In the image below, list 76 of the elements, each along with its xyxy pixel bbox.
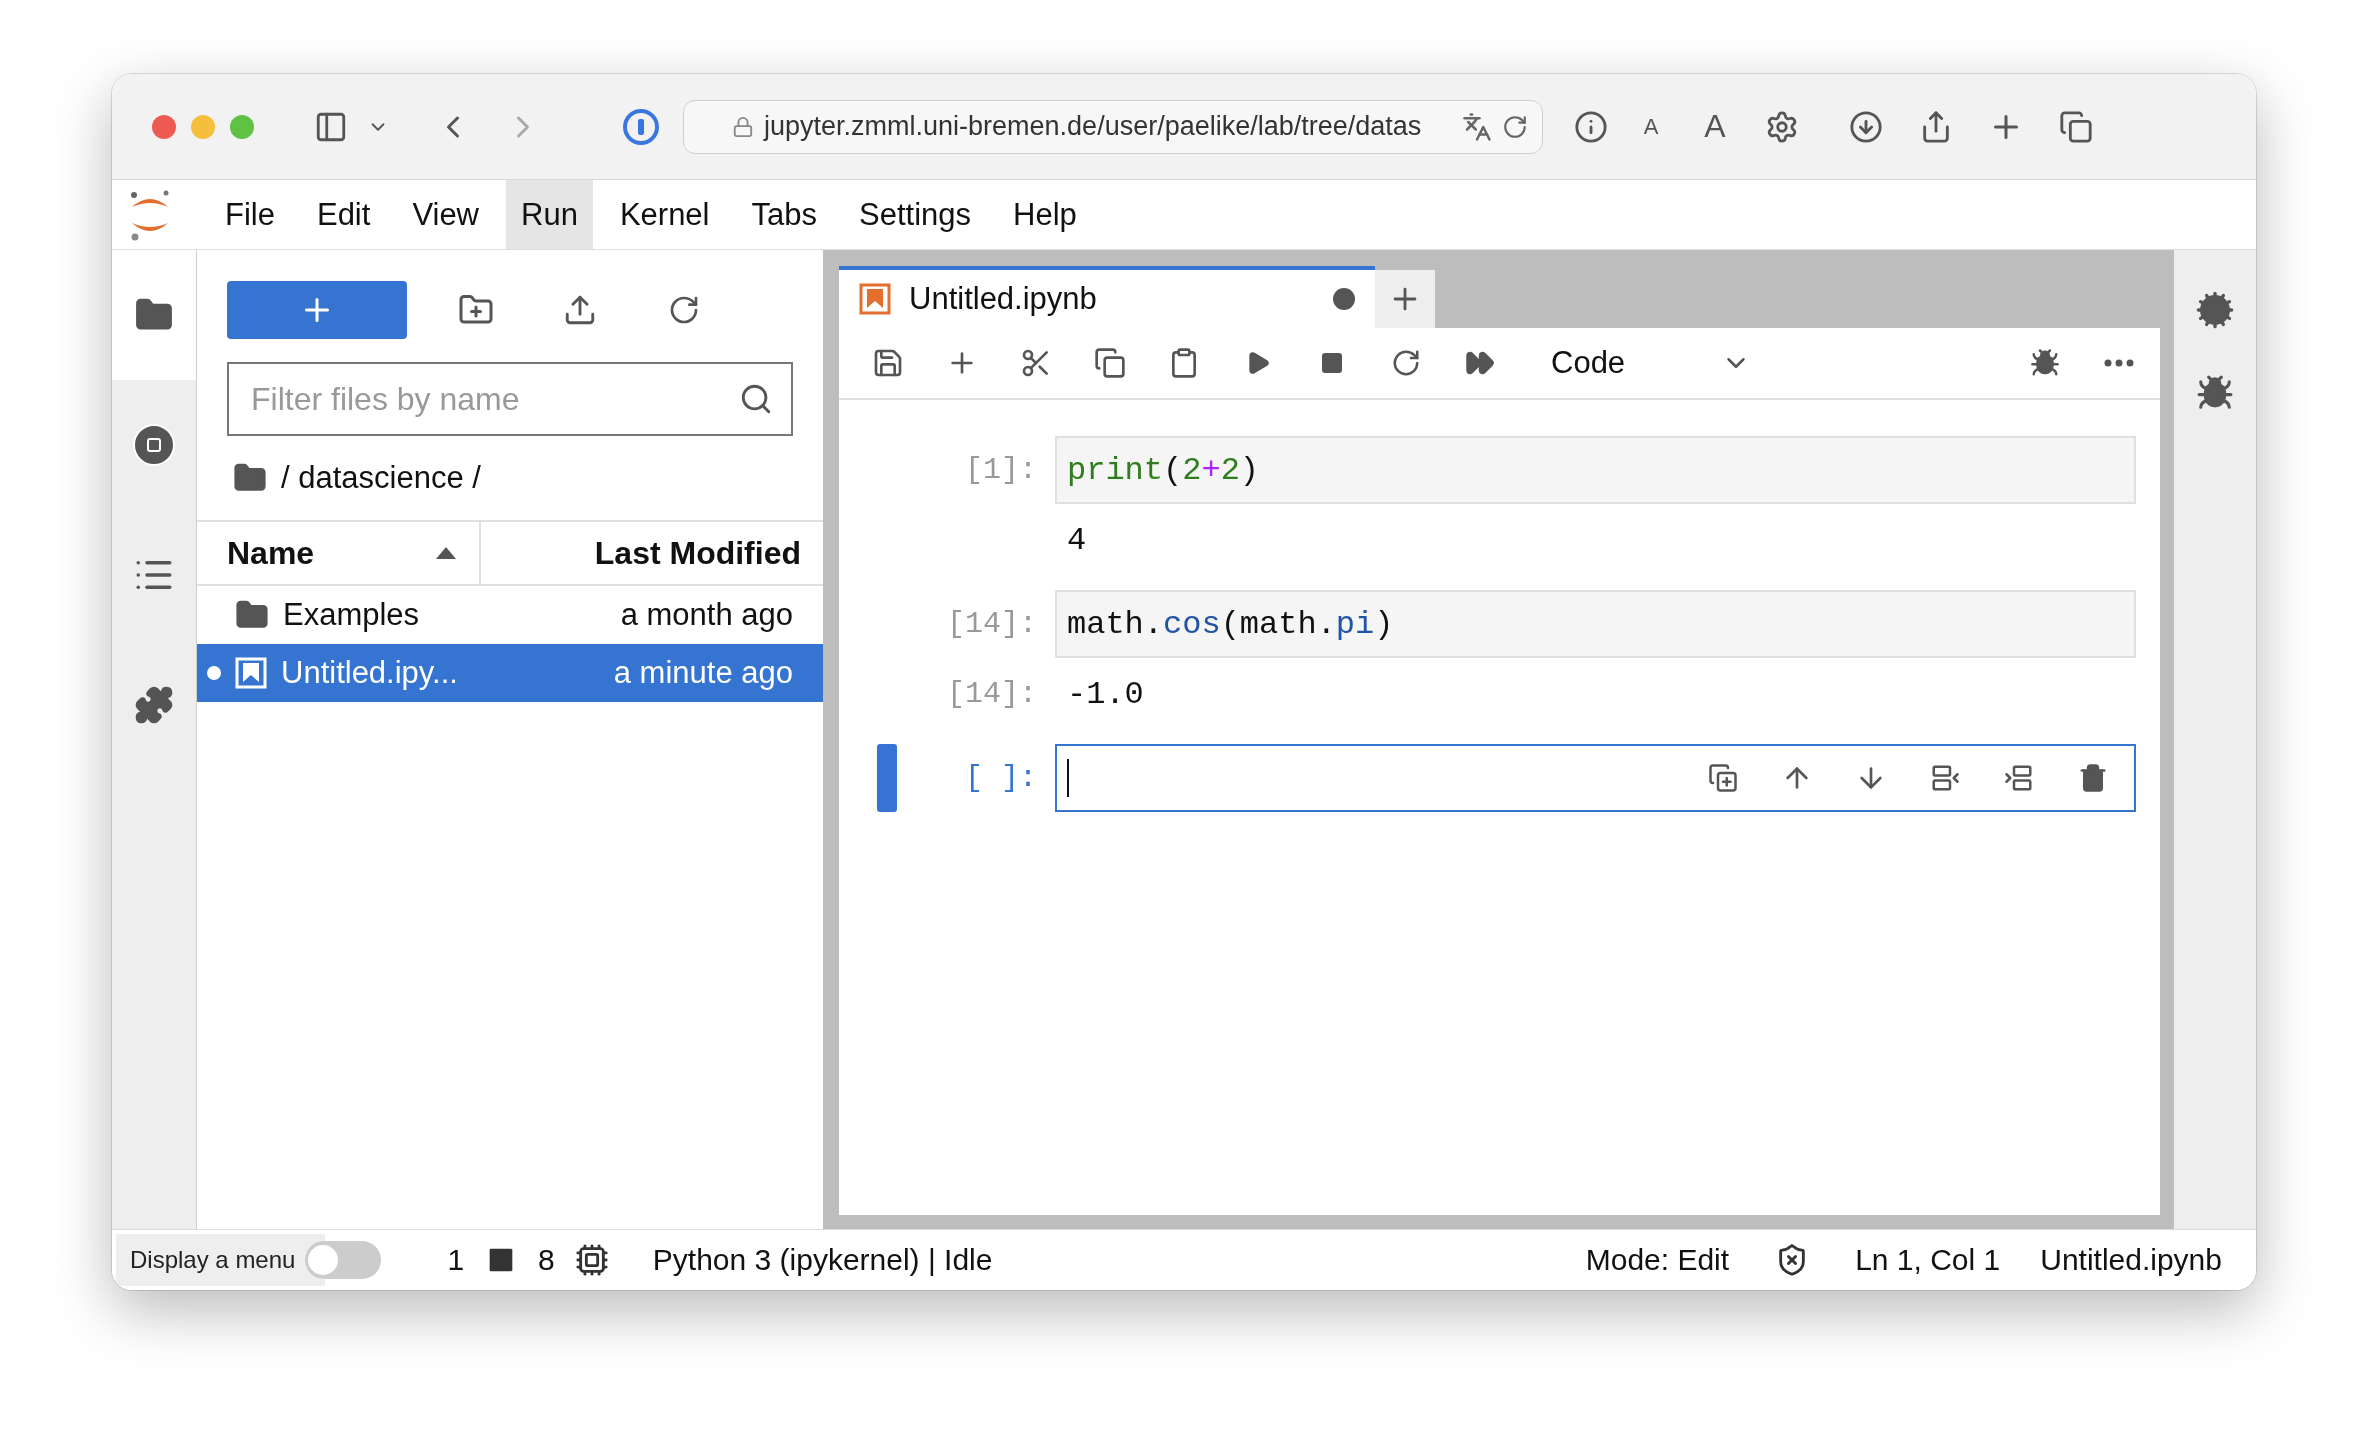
file-row[interactable]: Examples a month ago <box>197 586 823 644</box>
code-cell[interactable]: math.cos(math.pi) <box>1055 590 2136 658</box>
bug-icon <box>2196 374 2234 412</box>
menu-item[interactable]: Help <box>998 180 1092 249</box>
cursor-position[interactable]: Ln 1, Col 1 <box>1855 1243 2001 1277</box>
notebook-tab[interactable]: Untitled.ipynb <box>839 266 1375 328</box>
file-name: Untitled.ipy... <box>281 655 459 691</box>
notebook-icon <box>859 283 891 315</box>
add-tab-button[interactable] <box>1375 270 1435 328</box>
stop-icon <box>1320 351 1344 375</box>
editor-mode: Mode: Edit <box>1585 1243 1730 1277</box>
copy-icon <box>1094 347 1126 379</box>
document-name: Untitled.ipynb <box>2040 1243 2222 1277</box>
address-field[interactable]: jupyter.zmml.uni-bremen.de/user/paelike/lab/tree/datas <box>683 99 1543 154</box>
code-line: print(2+2) <box>1067 451 1261 489</box>
column-header[interactable]: Name <box>197 522 481 584</box>
column-header[interactable]: Last Modified <box>481 522 823 584</box>
file-browser-tab[interactable] <box>112 250 196 380</box>
trash-icon <box>2078 763 2108 793</box>
active-cell-marker <box>877 744 897 812</box>
terminal-count: 8 <box>538 1243 555 1277</box>
modified-time: a month ago <box>620 597 793 633</box>
info-icon <box>1574 109 1608 144</box>
menu-item[interactable]: View <box>397 180 494 249</box>
insert-row-icon <box>2004 763 2034 793</box>
toggle-label: Display a menu <box>116 1234 326 1286</box>
kernel-count: 1 <box>447 1243 465 1277</box>
kernel-status[interactable]: Python 3 (ipykernel) | Idle <box>652 1243 993 1277</box>
lock-icon <box>732 115 754 138</box>
file-name: Examples <box>283 597 421 633</box>
download-icon <box>1849 109 1883 144</box>
close-window-button[interactable] <box>152 114 176 139</box>
menu-item[interactable]: Kernel <box>604 180 725 249</box>
menu-item[interactable]: Edit <box>301 180 386 249</box>
breadcrumb[interactable]: / datascience / <box>281 460 481 496</box>
input-prompt: [14]: <box>946 607 1037 641</box>
stop-icon <box>130 421 178 469</box>
more-icon <box>2104 359 2134 367</box>
cpu-icon <box>574 1243 609 1277</box>
output-prompt: [14]: <box>946 677 1037 711</box>
input-prompt: [1]: <box>964 453 1037 487</box>
menu-item[interactable]: Tabs <box>736 180 832 249</box>
cell-type-dropdown[interactable]: Code <box>1551 338 1751 388</box>
puzzle-icon <box>134 685 174 725</box>
cell-output: 4 <box>1066 521 1087 559</box>
insert-row-icon <box>1930 763 1960 793</box>
settings-icon <box>2195 290 2235 330</box>
url-text: jupyter.zmml.uni-bremen.de/user/paelike/lab/tree/datas <box>764 111 1423 142</box>
translate-icon <box>1462 111 1492 142</box>
restart-icon <box>1391 348 1421 378</box>
smaller-text-button[interactable]: A <box>1619 101 1683 152</box>
menu-toggle[interactable] <box>305 1241 382 1279</box>
notebook-icon <box>235 657 267 689</box>
upload-icon <box>563 293 597 327</box>
modified-time: a minute ago <box>613 655 793 691</box>
code-cell[interactable]: print(2+2) <box>1055 436 2136 504</box>
tabs-icon <box>2059 109 2093 144</box>
file-row[interactable]: Untitled.ipy... a minute ago <box>197 644 823 702</box>
settings-icon <box>1765 109 1799 144</box>
menu-item[interactable]: Settings <box>844 180 986 249</box>
copy-plus-icon <box>1708 763 1738 793</box>
cell-output: -1.0 <box>1066 675 1144 713</box>
input-prompt: [ ]: <box>964 761 1037 795</box>
code-line: math.cos(math.pi) <box>1067 605 1395 643</box>
refresh-icon <box>668 294 700 326</box>
text-cursor <box>1067 759 1069 797</box>
save-icon <box>872 347 904 379</box>
larger-text-button[interactable]: A <box>1683 101 1747 152</box>
bug-icon <box>2030 348 2060 378</box>
password-manager-icon[interactable] <box>623 108 659 145</box>
code-cell[interactable] <box>1055 744 2136 812</box>
search-icon <box>739 382 773 416</box>
menu-item[interactable]: Run <box>506 180 593 249</box>
reload-icon <box>1502 113 1528 140</box>
filter-field[interactable]: Filter files by name <box>227 362 793 436</box>
menu-item[interactable]: File <box>210 180 290 249</box>
